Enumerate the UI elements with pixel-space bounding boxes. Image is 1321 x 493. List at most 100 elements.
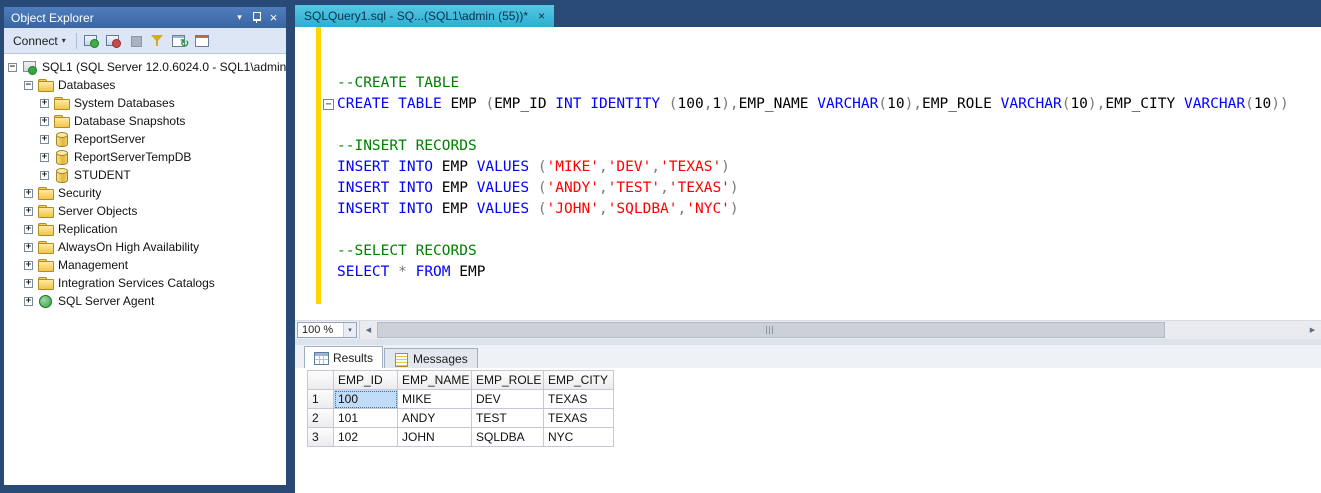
tab-messages[interactable]: Messages (384, 348, 478, 368)
expand-icon[interactable]: + (24, 225, 33, 234)
code-token: ( (878, 96, 887, 112)
tree-item-student[interactable]: +STUDENT (4, 166, 286, 184)
refresh-window-button[interactable] (170, 31, 190, 51)
zoom-control[interactable]: 100 % ▾ (297, 322, 357, 338)
code-line[interactable]: --SELECT RECORDS (321, 241, 1321, 262)
tree-item-security[interactable]: +Security (4, 184, 286, 202)
expand-icon[interactable]: + (24, 297, 33, 306)
tab-results[interactable]: Results (304, 346, 383, 368)
disconnect-icon (106, 34, 121, 47)
grid-cell[interactable]: 102 (334, 428, 398, 447)
window-position-menu-icon[interactable]: ▾ (231, 9, 248, 26)
tree-item-system-databases[interactable]: + System Databases (4, 94, 286, 112)
scrollbar-thumb[interactable] (377, 322, 1165, 338)
grid-cell[interactable]: TEXAS (544, 390, 614, 409)
tree-item-server-objects[interactable]: +Server Objects (4, 202, 286, 220)
grid-row-number[interactable]: 3 (308, 428, 334, 447)
tree-item-sql-server-agent[interactable]: +SQL Server Agent (4, 292, 286, 310)
code-area[interactable]: --CREATE TABLE−CREATE TABLE EMP (EMP_ID … (321, 27, 1321, 320)
script-options-button[interactable] (192, 31, 212, 51)
code-line[interactable] (321, 220, 1321, 241)
expand-icon[interactable]: + (40, 153, 49, 162)
code-line[interactable] (321, 115, 1321, 136)
grid-column-header-emp-city[interactable]: EMP_CITY (544, 371, 614, 390)
indicator-margin[interactable] (295, 27, 316, 320)
code-line[interactable]: INSERT INTO EMP VALUES ('JOHN','SQLDBA',… (321, 199, 1321, 220)
tree-item-databases[interactable]: −Databases (4, 76, 286, 94)
tab-close-icon[interactable]: × (538, 9, 545, 23)
code-line[interactable]: SELECT * FROM EMP (321, 262, 1321, 283)
scrollbar-track[interactable] (377, 321, 1304, 339)
tree-item-replication[interactable]: + Replication (4, 220, 286, 238)
zoom-dropdown-icon[interactable]: ▾ (343, 323, 356, 337)
code-line[interactable] (321, 52, 1321, 73)
grid-cell[interactable]: DEV (472, 390, 544, 409)
grid-row-number[interactable]: 1 (308, 390, 334, 409)
code-line[interactable]: INSERT INTO EMP VALUES ('ANDY','TEST','T… (321, 178, 1321, 199)
expand-icon[interactable]: + (24, 189, 33, 198)
tree-item-database-snapshots[interactable]: +Database Snapshots (4, 112, 286, 130)
code-line[interactable]: −CREATE TABLE EMP (EMP_ID INT IDENTITY (… (321, 94, 1321, 115)
expand-icon[interactable]: + (24, 243, 33, 252)
disconnect-button[interactable] (104, 31, 124, 51)
code-token: VALUES (477, 180, 529, 196)
code-token (581, 96, 590, 112)
expand-icon[interactable]: + (40, 135, 49, 144)
scroll-left-icon[interactable]: ◀ (360, 321, 377, 339)
grid-column-header-emp-name[interactable]: EMP_NAME (398, 371, 472, 390)
tab-sqlquery1[interactable]: SQLQuery1.sql - SQ...(SQL1\admin (55))* … (295, 5, 554, 27)
grid-cell[interactable]: SQLDBA (472, 428, 544, 447)
code-token (407, 264, 416, 280)
expand-icon[interactable]: + (24, 261, 33, 270)
code-token (529, 180, 538, 196)
tree-item-reportserver[interactable]: +ReportServer (4, 130, 286, 148)
code-line[interactable]: INSERT INTO EMP VALUES ('MIKE','DEV','TE… (321, 157, 1321, 178)
grid-cell[interactable]: TEXAS (544, 409, 614, 428)
filter-button[interactable] (148, 31, 168, 51)
grid-cell[interactable]: NYC (544, 428, 614, 447)
expand-icon[interactable]: + (40, 117, 49, 126)
stop-button[interactable] (126, 31, 146, 51)
tree-item-alwayson-high-availability[interactable]: +AlwaysOn High Availability (4, 238, 286, 256)
tree-item-label: Replication (58, 222, 117, 236)
expand-icon[interactable]: + (24, 207, 33, 216)
grid-corner-cell[interactable] (308, 371, 334, 390)
grid-cell[interactable]: MIKE (398, 390, 472, 409)
tree-item-management[interactable]: +Management (4, 256, 286, 274)
code-line[interactable]: --CREATE TABLE (321, 73, 1321, 94)
code-token: EMP (442, 96, 486, 112)
code-token (529, 159, 538, 175)
tree-item-sql1-sql-server-12-0-6024-0-sql1-admin[interactable]: −SQL1 (SQL Server 12.0.6024.0 - SQL1\adm… (4, 58, 286, 76)
code-token: EMP_ROLE (922, 96, 1001, 112)
code-token: EMP (451, 264, 486, 280)
close-icon[interactable]: × (265, 9, 282, 26)
code-line[interactable]: --INSERT RECORDS (321, 136, 1321, 157)
grid-column-header-emp-id[interactable]: EMP_ID (334, 371, 398, 390)
grid-cell[interactable]: 100 (334, 390, 398, 409)
grid-column-header-emp-role[interactable]: EMP_ROLE (472, 371, 544, 390)
tree-item-integration-services-catalogs[interactable]: +Integration Services Catalogs (4, 274, 286, 292)
tree-item-label: System Databases (74, 96, 175, 110)
folder-icon (54, 96, 69, 110)
collapse-icon[interactable]: − (8, 63, 17, 72)
scroll-right-icon[interactable]: ▶ (1304, 321, 1321, 339)
code-line[interactable] (321, 31, 1321, 52)
grid-cell[interactable]: ANDY (398, 409, 472, 428)
messages-icon (394, 353, 408, 365)
tree-item-reportservertempdb[interactable]: +ReportServerTempDB (4, 148, 286, 166)
expand-icon[interactable]: + (40, 99, 49, 108)
folder-icon (38, 258, 53, 272)
connect-button[interactable]: Connect ▾ (8, 32, 71, 50)
grid-row-number[interactable]: 2 (308, 409, 334, 428)
results-tab-label: Results (333, 351, 373, 365)
auto-hide-pin-icon[interactable] (248, 9, 265, 26)
collapse-icon[interactable]: − (24, 81, 33, 90)
grid-cell[interactable]: JOHN (398, 428, 472, 447)
connect-server-button[interactable] (82, 31, 102, 51)
object-explorer-titlebar[interactable]: Object Explorer ▾ × (4, 7, 286, 28)
expand-icon[interactable]: + (24, 279, 33, 288)
grid-cell[interactable]: TEST (472, 409, 544, 428)
expand-icon[interactable]: + (40, 171, 49, 180)
grid-cell[interactable]: 101 (334, 409, 398, 428)
collapse-region-icon[interactable]: − (323, 99, 334, 110)
